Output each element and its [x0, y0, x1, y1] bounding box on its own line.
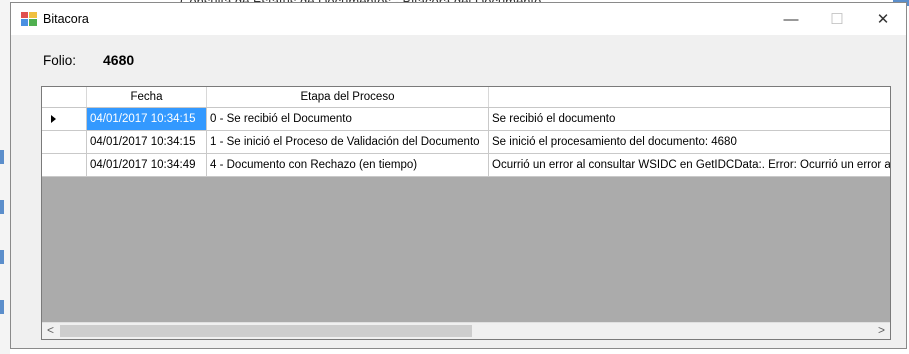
folio-label: Folio:: [43, 53, 77, 68]
cell-fecha[interactable]: 04/01/2017 10:34:49: [87, 154, 207, 177]
cell-fecha[interactable]: 04/01/2017 10:34:15: [87, 108, 207, 131]
cell-etapa[interactable]: 0 - Se recibió el Documento: [207, 108, 489, 131]
window-title: Bitacora: [43, 12, 89, 26]
cell-etapa[interactable]: 4 - Documento con Rechazo (en tiempo): [207, 154, 489, 177]
cell-detalle[interactable]: Se inició el procesamiento del documento…: [489, 131, 890, 154]
bitacora-grid[interactable]: Fecha Etapa del Proceso 04/01/2017 10:34…: [41, 86, 891, 340]
minimize-button[interactable]: —: [768, 3, 814, 35]
row-header[interactable]: [42, 108, 87, 131]
cell-detalle[interactable]: Se recibió el documento: [489, 108, 890, 131]
chevron-left-icon: <: [46, 323, 54, 337]
close-icon: ✕: [876, 11, 890, 28]
row-header-corner[interactable]: [42, 87, 87, 107]
cell-detalle[interactable]: Ocurrió un error al consultar WSIDC en G…: [489, 154, 890, 177]
folio-value: 4680: [103, 52, 135, 68]
table-row[interactable]: 04/01/2017 10:34:15 0 - Se recibió el Do…: [42, 108, 890, 131]
maximize-button[interactable]: ☐: [814, 3, 860, 35]
horizontal-scrollbar[interactable]: < >: [42, 322, 890, 339]
cell-fecha[interactable]: 04/01/2017 10:34:15: [87, 131, 207, 154]
column-header-etapa[interactable]: Etapa del Proceso: [207, 87, 489, 107]
grid-header: Fecha Etapa del Proceso: [42, 87, 890, 108]
column-header-detalle[interactable]: [489, 87, 890, 107]
table-row[interactable]: 04/01/2017 10:34:49 4 - Documento con Re…: [42, 154, 890, 177]
scroll-left-button[interactable]: <: [42, 323, 59, 339]
cell-etapa[interactable]: 1 - Se inició el Proceso de Validación d…: [207, 131, 489, 154]
maximize-icon: ☐: [830, 11, 844, 28]
scroll-right-button[interactable]: >: [873, 323, 890, 339]
application-icon: [21, 12, 37, 26]
bitacora-window: Bitacora — ☐ ✕ Folio: 4680 Fecha Etapa d…: [10, 2, 907, 349]
current-row-icon: [51, 115, 56, 123]
close-button[interactable]: ✕: [860, 3, 906, 35]
table-row[interactable]: 04/01/2017 10:34:15 1 - Se inició el Pro…: [42, 131, 890, 154]
row-header[interactable]: [42, 131, 87, 154]
background-window-edge: [0, 0, 10, 354]
chevron-right-icon: >: [877, 323, 885, 337]
column-header-fecha[interactable]: Fecha: [87, 87, 207, 107]
title-bar[interactable]: Bitacora — ☐ ✕: [11, 3, 906, 35]
scrollbar-thumb[interactable]: [60, 325, 472, 337]
row-header[interactable]: [42, 154, 87, 177]
minimize-icon: —: [783, 10, 799, 28]
